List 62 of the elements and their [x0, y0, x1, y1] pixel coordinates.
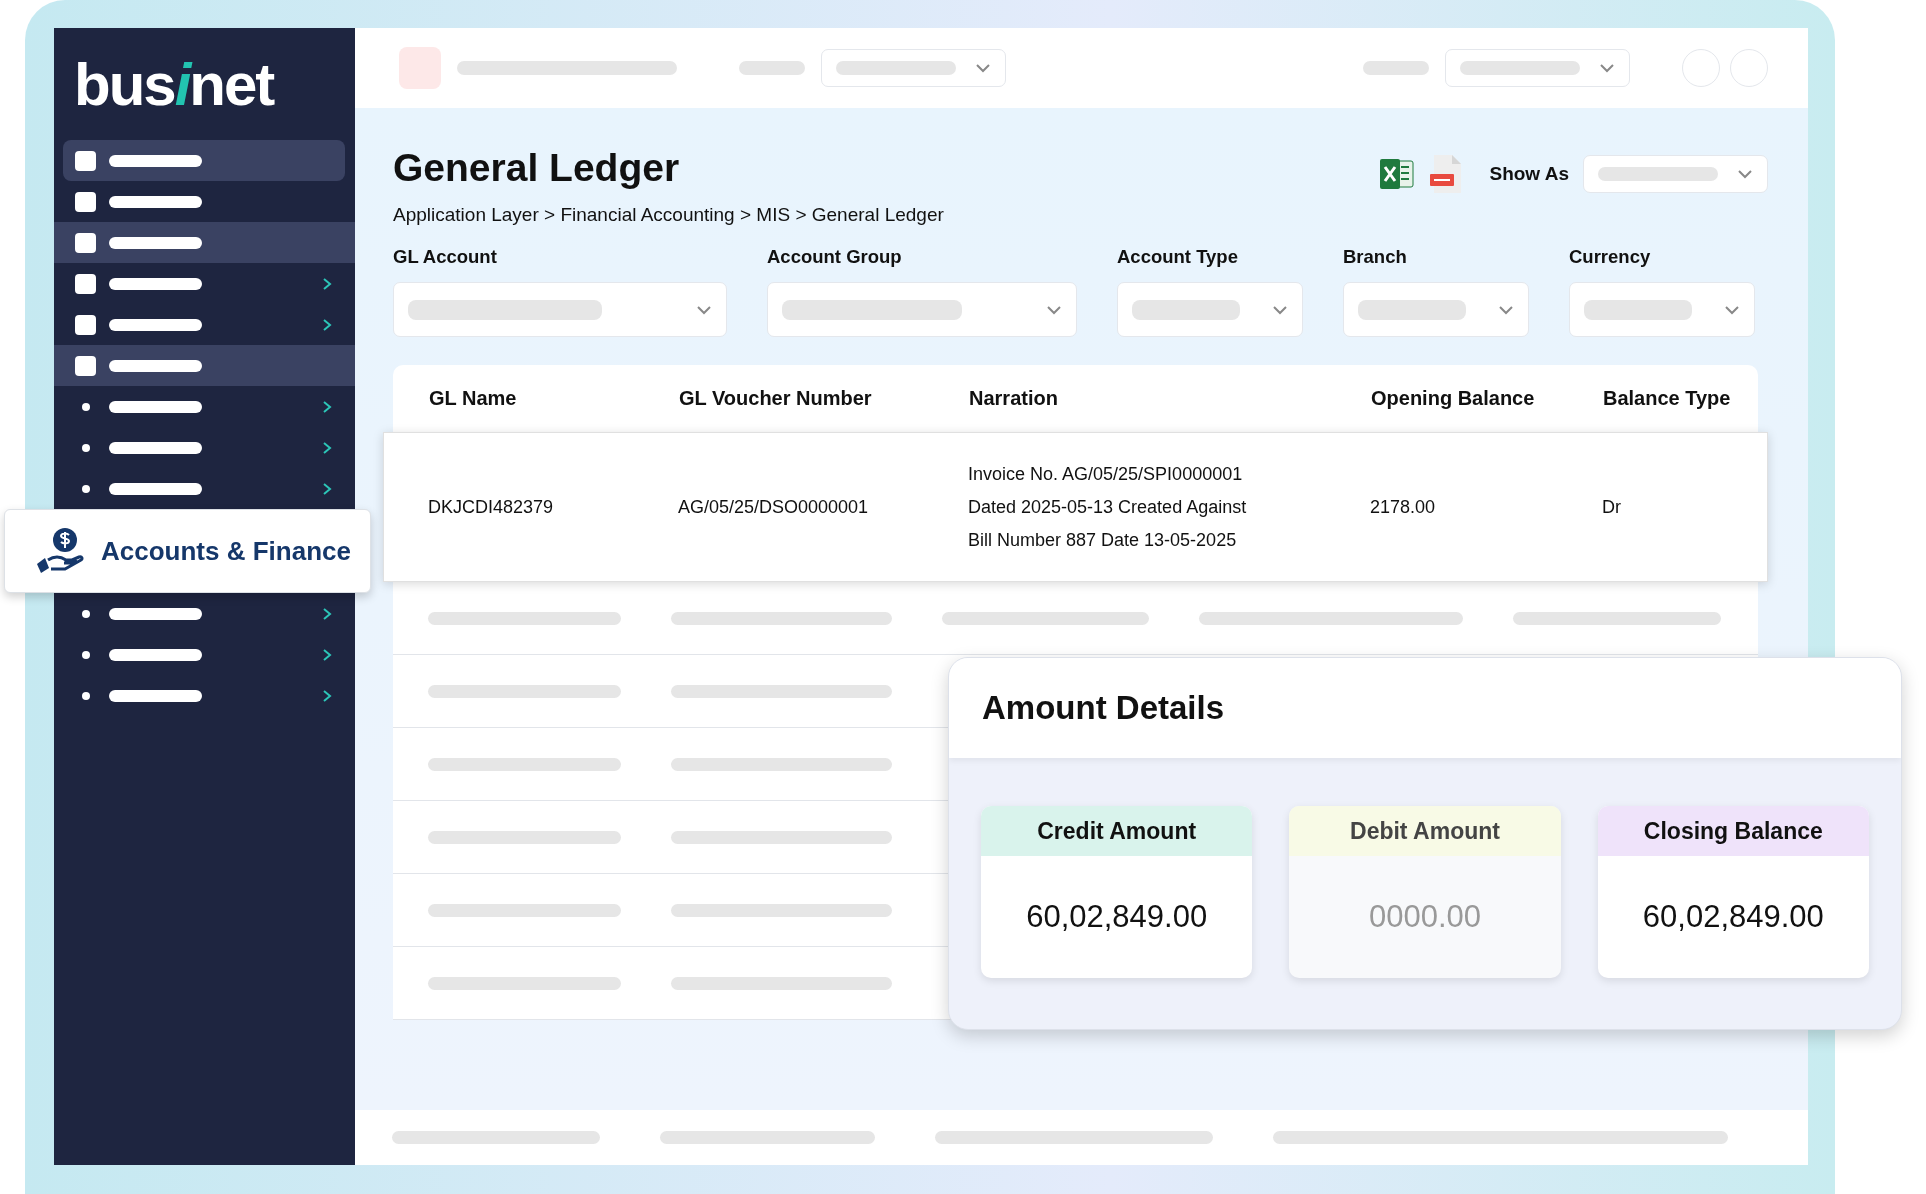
table-cell-text: Dr — [1602, 495, 1622, 519]
chevron-down-icon — [1046, 304, 1062, 315]
filter-label: Account Type — [1117, 246, 1239, 268]
chevron-down-icon — [1599, 63, 1615, 73]
card-value: 0000.00 — [1367, 898, 1482, 936]
page-title: General Ledger — [393, 146, 681, 190]
dot-icon — [81, 691, 90, 700]
dot-icon — [81, 484, 90, 493]
logo: businet — [74, 50, 275, 120]
square-icon — [75, 314, 96, 335]
filter-label: GL Account — [393, 246, 498, 268]
filter-label: Account Group — [767, 246, 903, 268]
dot-icon — [81, 402, 90, 411]
square-icon — [75, 232, 96, 253]
chevron-right-icon[interactable] — [321, 399, 333, 414]
card-label: Debit Amount — [1350, 817, 1500, 845]
menu-item[interactable] — [54, 222, 355, 263]
column-header: GL Name — [429, 387, 518, 410]
table-cell-text: Invoice No. AG/05/25/SPI0000001 Dated 2025-05-13 Created Against Bill Number 887 Date 13-05-2025 — [968, 462, 1248, 552]
chevron-right-icon[interactable] — [321, 688, 333, 703]
card-value: 60,02,849.00 — [1641, 898, 1825, 936]
pdf-icon[interactable] — [1429, 154, 1464, 194]
chevron-down-icon — [1498, 304, 1514, 315]
table-cell-text: AG/05/25/DSO0000001 — [678, 495, 870, 519]
table-cell-text: 2178.00 — [1370, 495, 1437, 519]
accounts-finance-badge[interactable]: Accounts & Finance — [4, 509, 371, 593]
square-icon — [75, 273, 96, 294]
card-label: Credit Amount — [1037, 817, 1197, 845]
menu-item[interactable] — [63, 140, 345, 181]
column-header: Balance Type — [1603, 387, 1732, 410]
column-header: Narration — [969, 387, 1059, 410]
show-as-label: Show As — [1489, 163, 1569, 185]
chevron-right-icon[interactable] — [321, 276, 333, 291]
chevron-right-icon[interactable] — [321, 606, 333, 621]
chevron-down-icon — [1737, 169, 1753, 179]
square-icon — [75, 191, 96, 212]
column-header: GL Voucher Number — [679, 387, 873, 410]
square-icon — [75, 355, 96, 376]
chevron-down-icon — [1272, 304, 1288, 315]
chevron-right-icon[interactable] — [321, 440, 333, 455]
chevron-down-icon — [696, 304, 712, 315]
placeholder-bar — [1363, 61, 1429, 75]
chevron-down-icon — [1724, 304, 1740, 315]
chevron-right-icon[interactable] — [321, 481, 333, 496]
breadcrumb: Application Layer > Financial Accounting > MIS > General Ledger — [393, 204, 944, 226]
table-row[interactable]: DKJCDI482379 AG/05/25/DSO0000001 Invoice No. AG/05/25/SPI0000001 Dated 2025-05-13 Created Against Bill Number 887 Date 13-05-2025 2178.00 Dr — [383, 432, 1768, 582]
panel-title: Amount Details — [982, 689, 1225, 727]
dot-icon — [81, 609, 90, 618]
card-label: Closing Balance — [1643, 817, 1823, 845]
menu-item[interactable] — [54, 345, 355, 386]
chevron-down-icon — [975, 63, 991, 73]
filter-label: Branch — [1343, 246, 1408, 268]
dot-icon — [81, 443, 90, 452]
filter-label: Currency — [1569, 246, 1652, 268]
placeholder-bar — [739, 61, 805, 75]
table-cell-text: DKJCDI482379 — [428, 495, 555, 519]
card-value: 60,02,849.00 — [1025, 898, 1209, 936]
chevron-right-icon[interactable] — [321, 317, 333, 332]
dot-icon — [81, 650, 90, 659]
square-icon — [75, 150, 96, 171]
column-header: Opening Balance — [1371, 387, 1536, 410]
chevron-right-icon[interactable] — [321, 647, 333, 662]
